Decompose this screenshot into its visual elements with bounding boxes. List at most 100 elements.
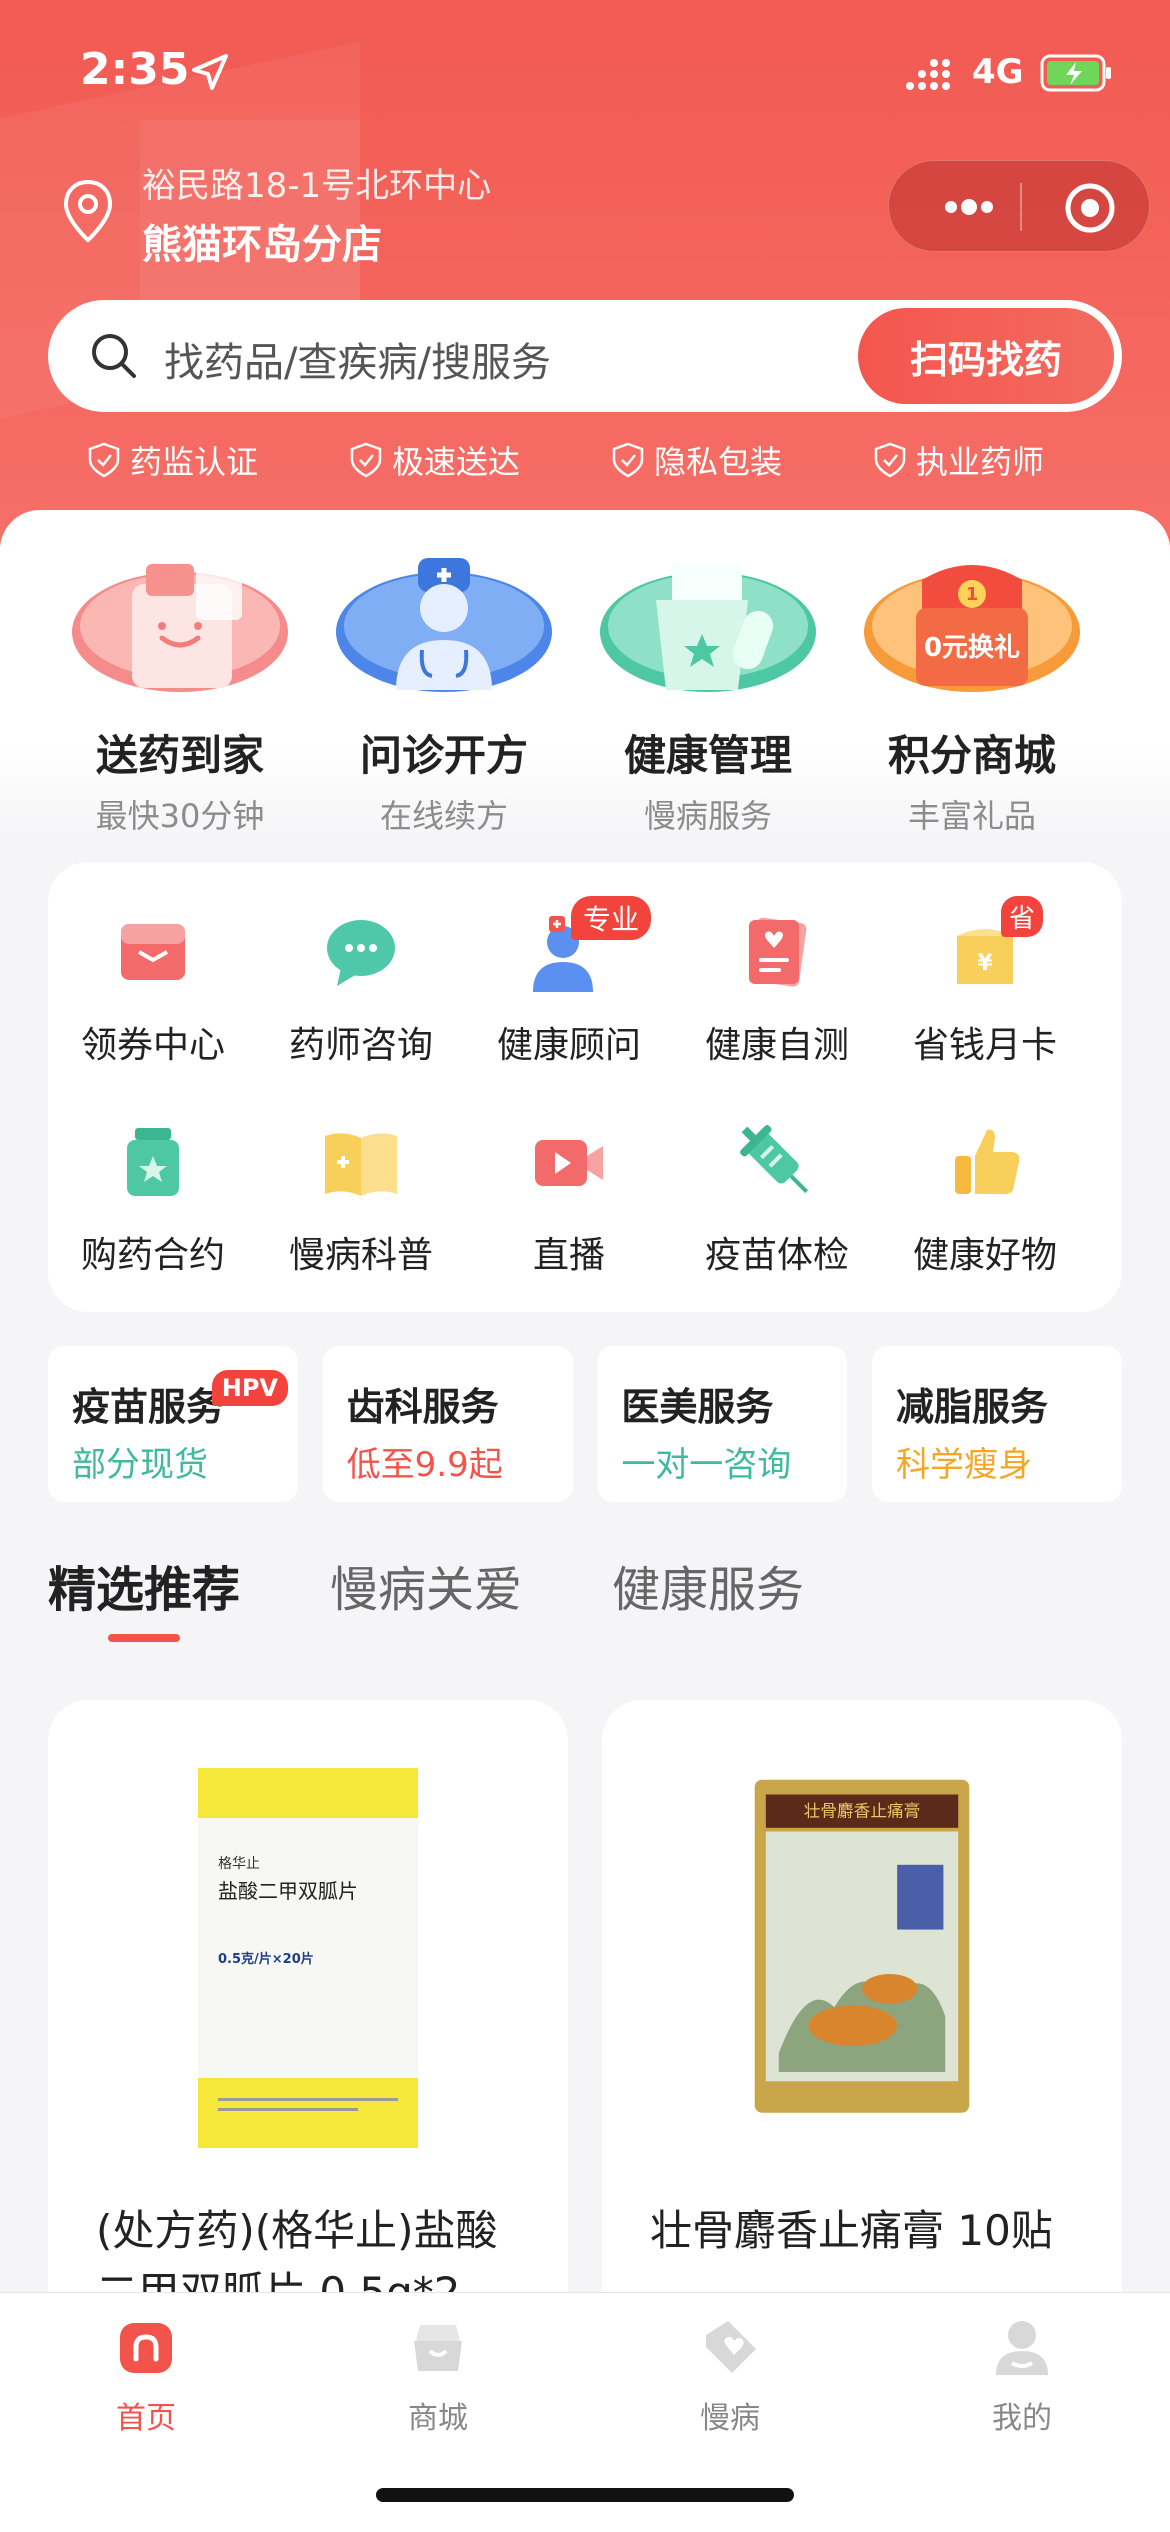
grid-item-pharmacist[interactable]: 药师咨询 [258,902,464,1092]
battery-charging-icon [1040,54,1111,92]
service-card-title: 医美服务 [621,1385,774,1429]
grid-label: 慢病科普 [288,1235,433,1276]
medicine-box-icon [72,560,288,692]
service-subtitle: 在线续方 [379,797,508,835]
miniprogram-capsule [888,160,1150,252]
service-consult[interactable]: 问诊开方 在线续方 [312,550,576,840]
more-dots-icon[interactable] [929,185,1009,229]
sheng-badge: 省 [1001,896,1044,937]
tabbar-chronic[interactable]: 慢病 [630,2315,830,2437]
health-folder-icon [600,564,816,692]
syringe-icon [740,1125,809,1194]
tab-health-service[interactable]: 健康服务 [612,1550,804,1650]
grid-label: 省钱月卡 [912,1025,1057,1066]
feature-item: 执业药师 [828,432,1090,488]
store-address[interactable]: 裕民路18-1号北环中心 [142,158,491,207]
service-delivery[interactable]: 送药到家 最快30分钟 [48,550,312,840]
big-services: 送药到家 最快30分钟 问诊开方 在线续方 健康管理 慢病服务 1 0元换礼 积… [48,550,1128,840]
grid-item-advisor[interactable]: 专业 健康顾问 [466,896,672,1092]
feature-item: 隐私包装 [566,432,828,488]
service-points-mall[interactable]: 1 0元换礼 积分商城 丰富礼品 [840,550,1104,840]
svg-text:1: 1 [966,584,979,605]
feature-label: 药监认证 [129,443,258,481]
product-card[interactable]: 壮骨麝香止痛膏 壮骨麝香止痛膏 10贴 [602,1700,1122,2340]
service-health[interactable]: 健康管理 慢病服务 [576,550,840,840]
feature-item: 药监认证 [42,432,304,488]
status-bar: 2:35 4G [0,0,1170,150]
grid-row: 领券中心 药师咨询 专业 健康顾问 健康自测 ¥ 省 省钱月卡 [48,896,1122,1092]
location-arrow-icon [192,54,228,90]
close-miniprogram-icon[interactable] [1063,181,1117,235]
hpv-badge: HPV [211,1370,288,1406]
search-input[interactable]: 找药品/查疾病/搜服务 [164,330,551,388]
doctor-icon [336,558,552,692]
product-name: 壮骨麝香止痛膏 10贴 [650,2206,1053,2255]
grid-item-vaccine[interactable]: 疫苗体检 [674,1112,880,1302]
shield-check-icon [874,442,906,478]
scan-button[interactable]: 扫码找药 [858,308,1114,404]
product-card[interactable]: 格华止 盐酸二甲双胍片 0.5克/片×20片 (处方药)(格华止)盐酸二甲双胍片… [48,1700,568,2340]
grid-label: 直播 [532,1235,605,1276]
feature-label: 极速送达 [391,443,520,481]
service-card-weightloss[interactable]: 减脂服务 科学瘦身 [871,1346,1122,1502]
capsule-divider [1020,183,1022,231]
heart-tag-icon [706,2321,756,2373]
grid-item-selftest[interactable]: 健康自测 [674,902,880,1092]
product-list: 格华止 盐酸二甲双胍片 0.5克/片×20片 (处方药)(格华止)盐酸二甲双胍片… [48,1700,1122,2340]
video-camera-icon [535,1140,603,1186]
service-title: 问诊开方 [359,731,528,780]
service-card-title: 减脂服务 [895,1385,1048,1429]
store-name[interactable]: 熊猫环岛分店 [142,212,382,270]
service-card-subtitle: 科学瘦身 [895,1445,1032,1485]
product-box-spec: 0.5克/片×20片 [218,1951,314,1967]
tabbar-label: 我的 [992,2401,1052,2436]
grid-row: 购药合约 慢病科普 直播 疫苗体检 健康好物 [48,1112,1122,1302]
product-box-title: 壮骨麝香止痛膏 [804,1801,921,1821]
grid-item-contract[interactable]: 购药合约 [50,1112,256,1302]
service-card-aesthetic[interactable]: 医美服务 一对一咨询 [597,1346,848,1502]
shortcut-grid: 领券中心 药师咨询 专业 健康顾问 健康自测 ¥ 省 省钱月卡 购药合约 慢病科… [48,862,1122,1312]
service-card-vaccine[interactable]: 疫苗服务 部分现货 HPV [48,1346,298,1502]
product-image: 格华止 盐酸二甲双胍片 0.5克/片×20片 [198,1768,418,2148]
product-box-brand: 格华止 [218,1856,260,1872]
grid-item-science[interactable]: 慢病科普 [258,1112,464,1302]
shop-bag-icon [414,2325,462,2371]
coupon-icon [121,924,185,980]
selftest-icon [749,917,807,987]
home-icon [120,2323,172,2373]
grid-label: 健康自测 [704,1025,849,1066]
grid-item-live[interactable]: 直播 [466,1112,672,1302]
grid-label: 购药合约 [80,1235,225,1276]
grid-label: 健康顾问 [496,1025,641,1066]
tabbar-label: 慢病 [700,2401,760,2436]
search-bar[interactable]: 找药品/查疾病/搜服务 扫码找药 [48,300,1122,412]
location-pin-icon [63,179,113,243]
service-card-dental[interactable]: 齿科服务 低至9.9起 [322,1346,573,1502]
user-icon [996,2321,1048,2375]
service-subtitle: 丰富礼品 [907,797,1036,835]
header: 2:35 4G 裕民路18-1号北环中心 熊猫环岛分店 找药品/查疾病/搜服务 … [0,0,1170,560]
grid-label: 疫苗体检 [704,1235,849,1276]
service-title: 积分商城 [887,731,1056,780]
feature-label: 隐私包装 [653,443,782,481]
grid-item-goods[interactable]: 健康好物 [882,1112,1088,1302]
network-label: 4G [972,52,1024,92]
service-title: 健康管理 [623,731,792,780]
grid-item-coupon[interactable]: 领券中心 [50,902,256,1092]
feature-item: 极速送达 [304,432,566,488]
feature-strip: 药监认证 极速送达 隐私包装 执业药师 [0,432,1170,488]
grid-label: 药师咨询 [288,1025,433,1066]
shield-check-icon [88,442,120,478]
tabbar-home[interactable]: 首页 [46,2315,246,2437]
grid-label: 领券中心 [80,1025,225,1066]
thumbs-up-icon [955,1129,1020,1194]
tabbar-label: 商城 [408,2401,468,2436]
grid-item-savecard[interactable]: ¥ 省 省钱月卡 [882,896,1088,1092]
tabbar-mall[interactable]: 商城 [338,2315,538,2437]
chest-text: 0元换礼 [924,632,1020,663]
status-time: 2:35 [80,44,190,95]
svg-text:¥: ¥ [977,951,993,976]
tabbar-mine[interactable]: 我的 [922,2315,1122,2437]
grid-label: 健康好物 [912,1235,1057,1276]
tab-chronic-care[interactable]: 慢病关爱 [330,1550,522,1650]
